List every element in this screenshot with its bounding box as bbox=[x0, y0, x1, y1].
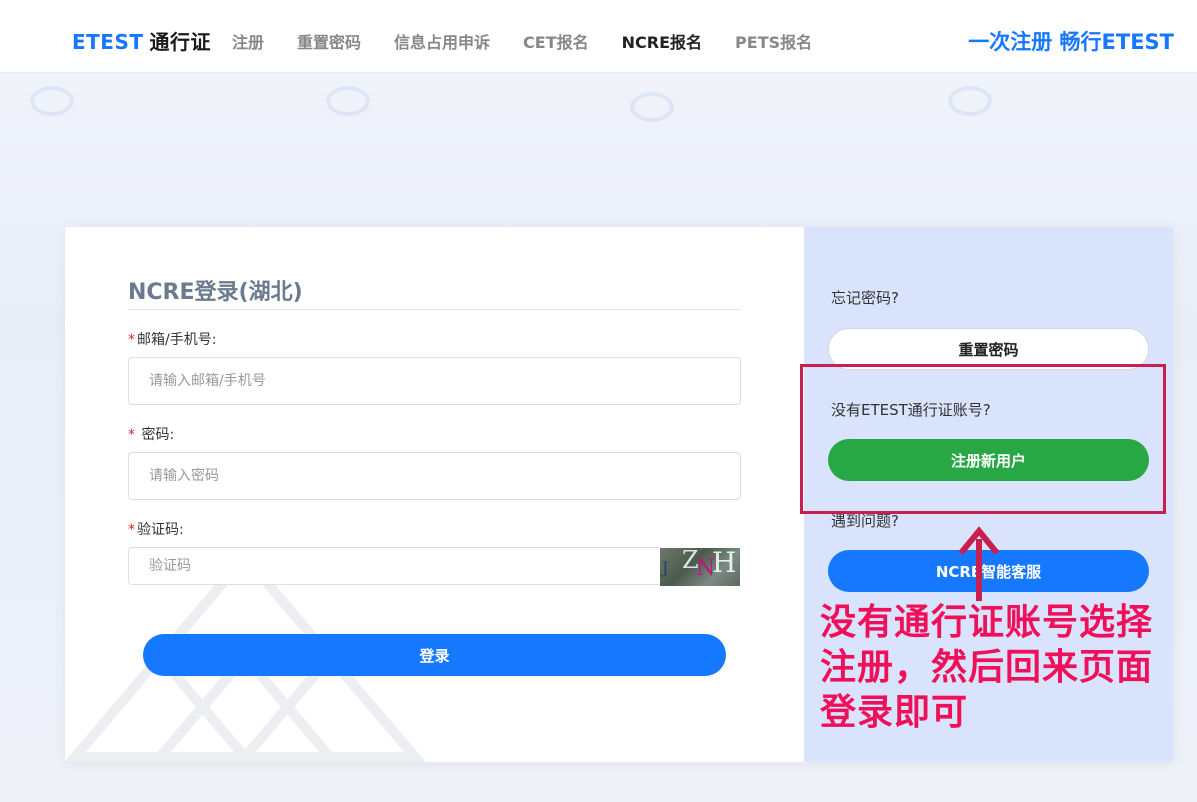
annotation-line: 没有通行证账号选择 bbox=[820, 602, 1154, 643]
brand-name-en: ETEST bbox=[72, 30, 144, 54]
watermark-logo-icon bbox=[326, 86, 370, 116]
watermark-logo-icon bbox=[630, 92, 674, 122]
top-navigation-bar: ETEST 通行证 注册 重置密码 信息占用申诉 CET报名 NCRE报名 PET… bbox=[0, 0, 1197, 72]
nav-item-ncre[interactable]: NCRE报名 bbox=[622, 29, 702, 53]
brand-name-cn: 通行证 bbox=[149, 30, 212, 54]
required-mark: * bbox=[128, 522, 135, 538]
nav-item-register[interactable]: 注册 bbox=[232, 29, 264, 53]
login-button[interactable]: 登录 bbox=[143, 634, 726, 676]
login-title: NCRE登录(湖北) bbox=[128, 280, 303, 305]
watermark-logo-icon bbox=[948, 86, 992, 116]
email-label: * 邮箱/手机号: bbox=[128, 332, 217, 348]
password-label: * 密码: bbox=[128, 427, 175, 443]
nav-item-appeal[interactable]: 信息占用申诉 bbox=[394, 29, 490, 53]
email-field[interactable] bbox=[128, 357, 741, 405]
captcha-field[interactable] bbox=[128, 547, 661, 585]
annotation-highlight-box bbox=[800, 364, 1166, 514]
annotation-line: 登录即可 bbox=[820, 692, 969, 733]
annotation-arrow-up-icon bbox=[958, 526, 1000, 601]
annotation-note: 没有通行证账号选择 注册，然后回来页面 登录即可 bbox=[820, 600, 1180, 735]
forgot-password-text: 忘记密码? bbox=[831, 289, 899, 307]
password-field[interactable] bbox=[128, 452, 741, 500]
watermark-logo-icon bbox=[30, 86, 74, 116]
required-mark: * bbox=[128, 427, 135, 443]
login-form-panel: NCRE登录(湖北) *邮箱/手机号: * 密码: *验证码: J Z N H … bbox=[65, 227, 804, 762]
captcha-label: * 验证码: bbox=[128, 522, 184, 538]
captcha-image[interactable]: J Z N H bbox=[660, 548, 740, 586]
header-slogan: 一次注册 畅行ETEST bbox=[968, 30, 1174, 54]
nav-item-reset-password[interactable]: 重置密码 bbox=[297, 29, 361, 53]
required-mark: * bbox=[128, 332, 135, 348]
title-divider bbox=[128, 309, 740, 310]
site-logo[interactable]: ETEST 通行证 bbox=[72, 26, 211, 55]
main-nav: 注册 重置密码 信息占用申诉 CET报名 NCRE报名 PETS报名 bbox=[232, 29, 845, 53]
nav-item-cet[interactable]: CET报名 bbox=[523, 29, 589, 53]
annotation-line: 注册，然后回来页面 bbox=[820, 647, 1154, 688]
nav-item-pets[interactable]: PETS报名 bbox=[735, 29, 812, 53]
